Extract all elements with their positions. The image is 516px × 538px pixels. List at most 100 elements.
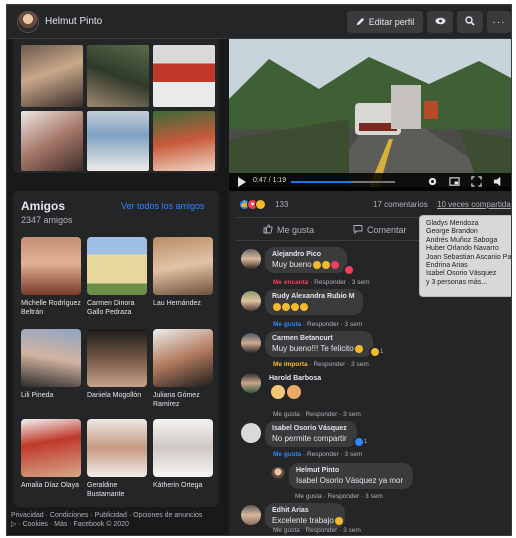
friend-name[interactable]: Amalia Díaz Olaya <box>21 481 85 490</box>
thumbs-up-emoji-icon <box>271 385 285 399</box>
comment-meta: Me gusta · Responder · 3 sem <box>273 451 363 458</box>
profile-avatar[interactable] <box>17 11 39 33</box>
comment-reply-link[interactable]: Responder <box>314 279 346 286</box>
commenter-avatar[interactable] <box>241 333 261 353</box>
friend-name[interactable]: Geraldine Bustamante <box>87 481 151 499</box>
fullscreen-icon[interactable] <box>471 176 482 189</box>
more-options-button[interactable]: ··· <box>487 11 511 33</box>
friend-photo[interactable] <box>87 419 147 477</box>
comment-meta: Me gusta · Responder · 3 sem <box>273 321 363 328</box>
like-button[interactable]: Me gusta <box>263 224 314 236</box>
friend-photo[interactable] <box>153 237 213 295</box>
photo-thumbnail[interactable] <box>153 111 215 171</box>
comment-bubble: Isabel Osorio Vásquez No permite compart… <box>265 421 357 447</box>
comment-author[interactable]: Harold Barbosa <box>269 374 323 384</box>
commenter-avatar[interactable] <box>241 373 261 393</box>
reply-time[interactable]: 3 sem <box>365 493 383 500</box>
friend-name[interactable]: Kátherin Ortega <box>153 481 217 490</box>
play-icon[interactable] <box>237 177 246 189</box>
care-reaction-icon <box>371 348 379 356</box>
picture-in-picture-icon[interactable] <box>449 176 460 189</box>
comment-reaction-badge[interactable]: 1 <box>353 437 370 447</box>
clap-emoji-icon <box>334 516 343 525</box>
friend-photo[interactable] <box>153 419 213 477</box>
comment-author[interactable]: Rudy Alexandra Rubio M <box>272 292 356 302</box>
comment-reaction-badge[interactable] <box>343 265 355 275</box>
shares-count[interactable]: 10 veces compartida <box>437 200 511 209</box>
friend-photo[interactable] <box>21 237 81 295</box>
photo-thumbnail[interactable] <box>87 111 149 171</box>
view-as-button[interactable] <box>427 11 453 33</box>
reply-avatar[interactable] <box>271 467 285 481</box>
commenter-avatar[interactable] <box>241 423 261 443</box>
comment-react-link[interactable]: Me gusta <box>273 411 300 418</box>
friend-photo[interactable] <box>21 329 81 387</box>
comment-time[interactable]: 3 sem <box>345 321 363 328</box>
video-progress-bar[interactable] <box>291 181 395 183</box>
commenter-avatar[interactable] <box>241 291 261 311</box>
comment-time[interactable]: 3 sem <box>343 411 361 418</box>
comment-text-value: Excelente trabajo <box>272 516 334 525</box>
comment-reply-link[interactable]: Responder <box>307 321 339 328</box>
see-all-friends-link[interactable]: Ver todos los amigos <box>121 201 205 211</box>
friend-name[interactable]: Michelle Rodríguez Beltrán <box>21 299 85 317</box>
profile-name[interactable]: Helmut Pinto <box>45 16 102 27</box>
commenter-avatar[interactable] <box>241 505 261 525</box>
friend-photo[interactable] <box>87 237 147 295</box>
reply-reply-link[interactable]: Responder <box>328 493 360 500</box>
friend-photo[interactable] <box>87 329 147 387</box>
volume-icon[interactable] <box>493 176 504 189</box>
reply-text: Isabel Osorio Vásquez ya mor <box>296 476 404 485</box>
photo-thumbnail[interactable] <box>87 45 149 107</box>
reaction-count[interactable]: 133 <box>275 200 288 209</box>
comment-author[interactable]: Isabel Osorio Vásquez <box>272 424 350 434</box>
edit-profile-button[interactable]: Editar perfil <box>347 11 423 33</box>
friend-photo[interactable] <box>21 419 81 477</box>
comment-react-link[interactable]: Me gusta <box>273 451 301 458</box>
comments-count[interactable]: 17 comentarios <box>373 200 428 209</box>
comment-time[interactable]: 3 sem <box>351 361 369 368</box>
clap-emoji-icon <box>282 302 290 311</box>
comment-time[interactable]: 3 sem <box>343 527 361 534</box>
comment-react-link[interactable]: Me gusta <box>273 527 300 534</box>
video-player[interactable] <box>229 39 511 187</box>
comment-text-value: Muy bueno <box>272 260 312 269</box>
comment-author[interactable]: Carmen Betancurt <box>272 334 366 344</box>
comment-react-link[interactable]: Me gusta <box>273 321 301 328</box>
photos-grid <box>13 39 219 173</box>
comment-button[interactable]: Comentar <box>353 224 407 236</box>
friend-name[interactable]: Juliana Gómez Ramírez <box>153 391 217 409</box>
reactor-name: Isabel Osorio Vásquez <box>426 270 497 278</box>
commenter-avatar[interactable] <box>241 249 261 269</box>
reactor-name: Joan Sebastian Ascanio Paba <box>426 253 512 261</box>
footer-line[interactable]: Privacidad · Condiciones · Publicidad · … <box>11 511 223 520</box>
comment-time[interactable]: 3 sem <box>352 279 370 286</box>
comment-react-link[interactable]: Me encanta <box>273 279 308 286</box>
love-reaction-icon <box>345 266 353 274</box>
friend-name[interactable]: Carmen Dinora Gallo Pedraza <box>87 299 151 317</box>
photo-thumbnail[interactable] <box>153 45 215 107</box>
friend-name[interactable]: Daniela Mogollón <box>87 391 151 400</box>
comment-reply-link[interactable]: Responder <box>306 411 338 418</box>
settings-icon[interactable] <box>427 176 438 189</box>
comment-author[interactable]: Alejandro Pico <box>272 250 340 260</box>
reply-author[interactable]: Helmut Pinto <box>296 466 406 476</box>
comment-reaction-badge[interactable]: 1 <box>369 347 386 357</box>
comment-reply-link[interactable]: Responder <box>306 527 338 534</box>
comment-reply-link[interactable]: Responder <box>307 451 339 458</box>
friend-name[interactable]: Lau Hernández <box>153 299 217 308</box>
comment-author[interactable]: Edhit Arias <box>272 506 338 516</box>
friend-name[interactable]: Lili Pineda <box>21 391 85 400</box>
comment-reply-link[interactable]: Responder <box>313 361 345 368</box>
reaction-icons[interactable]: 👍 ♥ <box>239 199 266 210</box>
clap-emoji-icon <box>312 260 321 269</box>
photo-thumbnail[interactable] <box>21 45 83 107</box>
comment-react-link[interactable]: Me importa <box>273 361 308 368</box>
comment-time[interactable]: 3 sem <box>345 451 363 458</box>
friend-photo[interactable] <box>153 329 213 387</box>
footer-line[interactable]: ▷ · Cookies · Más · Facebook © 2020 <box>11 520 223 529</box>
search-button[interactable] <box>457 11 483 33</box>
comment-meta: Me gusta · Responder · 3 sem <box>273 411 361 418</box>
photo-thumbnail[interactable] <box>21 111 83 171</box>
reply-react-link[interactable]: Me gusta <box>295 493 322 500</box>
